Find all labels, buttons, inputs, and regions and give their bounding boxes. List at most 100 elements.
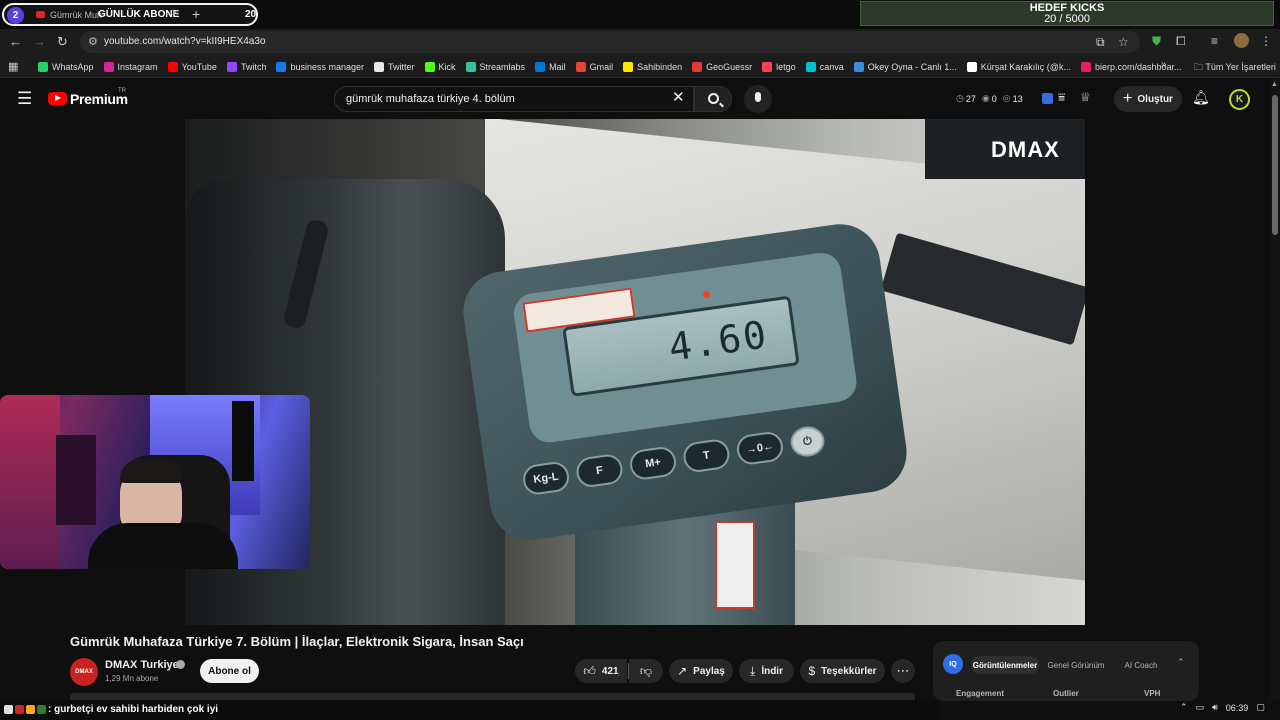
search-icon	[708, 93, 719, 104]
daily-subscriber-count: 20	[245, 9, 257, 20]
clear-search-icon[interactable]: ✕	[672, 88, 685, 106]
video-player[interactable]: 4.60 Kg-L F M+ T →0← ⏻ DMAX	[185, 119, 1085, 625]
new-tab-icon[interactable]: +	[192, 6, 200, 22]
tray-chevron-icon[interactable]: ⌃	[1180, 702, 1188, 713]
hamburger-menu-icon[interactable]: ☰	[17, 89, 32, 109]
site-info-icon[interactable]: ⚙	[88, 35, 98, 48]
bookmark-item[interactable]: Sahibinden	[623, 61, 682, 72]
scale-sticker	[715, 521, 755, 609]
bookmark-item[interactable]: WhatsApp	[38, 61, 94, 72]
thanks-button[interactable]: $ Teşekkürler	[800, 659, 885, 683]
network-icon[interactable]: ▭	[1196, 702, 1205, 713]
search-query[interactable]: gümrük muhafaza türkiye 4. bölüm	[346, 93, 515, 105]
bookmark-label: Gmail	[589, 61, 614, 72]
media-controls-icon[interactable]: ≡	[1211, 34, 1218, 48]
thanks-label: Teşekkürler	[821, 665, 877, 677]
install-app-icon[interactable]: ⧉	[1096, 35, 1105, 50]
bookmark-item[interactable]: GeoGuessr	[692, 61, 752, 72]
more-actions-icon[interactable]: ⋯	[891, 659, 915, 683]
scrollbar-thumb[interactable]	[1272, 95, 1278, 235]
bookmark-favicon-icon	[535, 61, 546, 72]
search-button[interactable]	[694, 86, 732, 112]
chat-badges	[4, 705, 48, 714]
share-button[interactable]: ↗ Paylaş	[669, 659, 733, 683]
apps-grid-icon[interactable]: ▦	[8, 60, 18, 73]
trophy-icon[interactable]: ♕	[1080, 90, 1091, 104]
download-button[interactable]: ⤓ İndir	[739, 659, 794, 683]
youtube-logo-icon[interactable]	[48, 92, 67, 105]
scale-key: Kg-L	[521, 460, 571, 497]
description-box[interactable]	[70, 693, 915, 700]
stat-a: 0	[991, 93, 997, 104]
bookmark-item[interactable]: Instagram	[103, 61, 158, 72]
bookmark-item[interactable]: Gmail	[575, 61, 614, 72]
bookmark-label: Kürşat Karakılıç (@k...	[980, 61, 1071, 72]
bookmark-favicon-icon	[424, 61, 435, 72]
more-bookmarks-icon[interactable]: »	[1161, 59, 1167, 70]
bookmark-favicon-icon	[966, 61, 977, 72]
notifications-icon[interactable]: ▢	[1256, 702, 1265, 713]
notifications-bell-icon[interactable]: 🔔︎	[1192, 89, 1210, 106]
create-button[interactable]: + Oluştur	[1114, 86, 1182, 112]
bookmark-label: Mail	[549, 61, 566, 72]
channel-avatar[interactable]: DMAX	[70, 658, 98, 686]
clock-icon: ◷	[956, 93, 964, 103]
thumbs-up-icon: 👍︎	[583, 663, 596, 678]
extension-badge-icon[interactable]	[1042, 93, 1053, 104]
bookmark-favicon-icon	[623, 61, 634, 72]
scroll-up-icon[interactable]: ▲	[1271, 81, 1278, 88]
subscribe-button[interactable]: Abone ol	[200, 659, 259, 683]
voice-search-button[interactable]	[744, 85, 772, 113]
bookmark-label: Streamlabs	[479, 61, 526, 72]
forward-arrow-icon[interactable]: →	[33, 34, 46, 49]
bookmark-label: Instagram	[117, 61, 158, 72]
bookmark-item[interactable]: Twitch	[226, 61, 266, 72]
tab-overview[interactable]: Genel Görünüm	[1039, 656, 1113, 674]
dislike-button[interactable]: 👎︎	[629, 659, 663, 683]
bookmark-item[interactable]: canva	[805, 61, 844, 72]
bookmark-favicon-icon	[226, 61, 237, 72]
tab-views[interactable]: Görüntülenmeler	[971, 656, 1039, 674]
webcam-shelf	[56, 435, 96, 525]
browser-tab[interactable]: 2 Gümrük Muh GÜNLÜK ABONE ✕ + 20	[2, 3, 258, 26]
bookmark-star-icon[interactable]: ☆	[1118, 35, 1129, 49]
profile-avatar[interactable]	[1234, 33, 1249, 48]
clock-time[interactable]: 06:39	[1226, 703, 1249, 713]
subscriber-count: 1,29 Mn abone	[105, 674, 159, 683]
bookmark-label: business manager	[290, 61, 364, 72]
bookmark-item[interactable]: Mail	[535, 61, 566, 72]
bookmark-item[interactable]: Okey Oyna - Canlı 1...	[853, 61, 957, 72]
bookmark-item[interactable]: YouTube	[167, 61, 217, 72]
country-code: TR	[118, 88, 126, 94]
bookmark-item[interactable]: Streamlabs	[465, 61, 526, 72]
tab-ai-coach[interactable]: AI Coach	[1113, 656, 1169, 674]
webcam-screen	[232, 401, 254, 481]
volume-icon[interactable]: 🔊︎	[1212, 702, 1218, 713]
url-text[interactable]: youtube.com/watch?v=kII9HEX4a3o	[104, 36, 265, 47]
reload-icon[interactable]: ↻	[57, 34, 68, 50]
scale-display-panel: 4.60	[511, 250, 860, 445]
filter-icon[interactable]: ⩸	[1058, 90, 1065, 105]
scale-reading: 4.60	[666, 312, 771, 370]
channel-name[interactable]: DMAX Turkiye	[105, 659, 179, 671]
bookmark-item[interactable]: business manager	[276, 61, 364, 72]
extensions-puzzle-icon[interactable]: ⧠	[1176, 34, 1186, 49]
bookmark-item[interactable]: letgo	[762, 61, 796, 72]
bookmark-item[interactable]: Twitter	[374, 61, 415, 72]
bookmark-item[interactable]: Kürşat Karakılıç (@k...	[966, 61, 1071, 72]
page-scrollbar[interactable]: ▲	[1270, 79, 1280, 700]
all-bookmarks-folder[interactable]: 🗀 Tüm Yer İşaretleri	[1194, 60, 1276, 76]
shield-extension-icon[interactable]: ⛊	[1152, 34, 1161, 49]
goal-title: HEDEF KICKS	[1029, 1, 1105, 14]
browser-menu-icon[interactable]: ⋮	[1260, 34, 1272, 48]
search-input[interactable]: gümrük muhafaza türkiye 4. bölüm	[334, 86, 694, 112]
collapse-chevron-icon[interactable]: ⌃	[1177, 657, 1185, 668]
tab-close-icon[interactable]: ✕	[171, 8, 179, 19]
bookmark-item[interactable]: Kick	[424, 61, 456, 72]
analytics-extension-panel: IQ Görüntülenmeler Genel Görünüm AI Coac…	[933, 641, 1199, 701]
like-button[interactable]: 👍︎ 421	[575, 659, 627, 683]
bookmark-label: WhatsApp	[52, 61, 94, 72]
back-arrow-icon[interactable]: ←	[9, 34, 22, 49]
account-avatar[interactable]: K	[1229, 89, 1250, 110]
url-bar[interactable]: ⚙ youtube.com/watch?v=kII9HEX4a3o ⧉ ☆	[80, 31, 1140, 53]
